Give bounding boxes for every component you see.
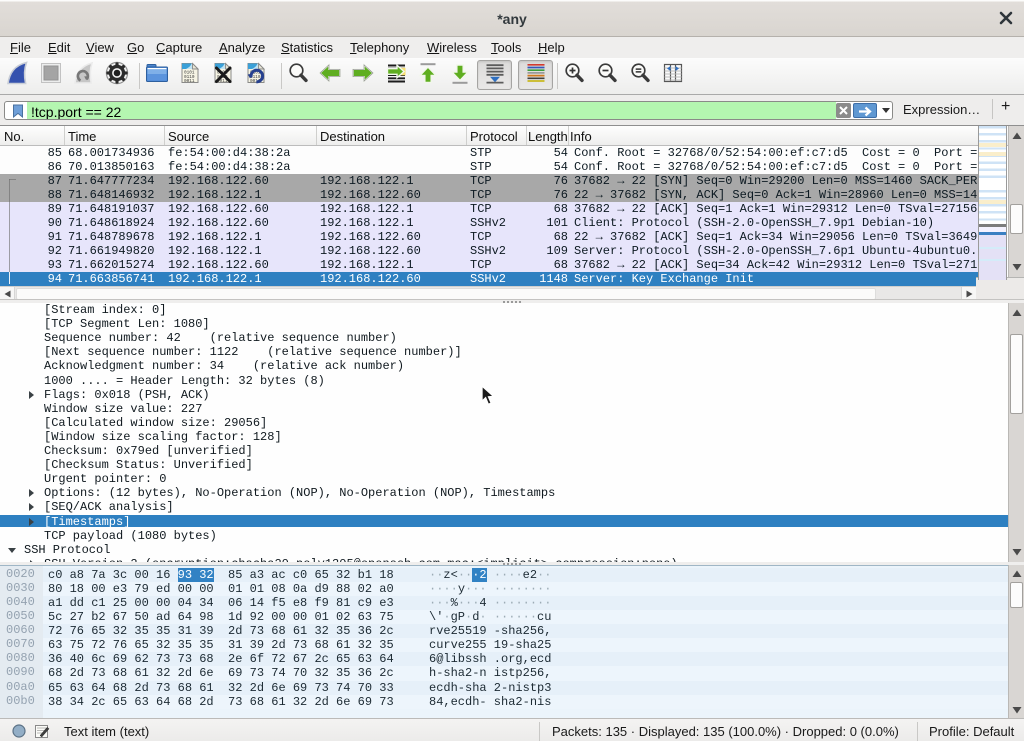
svg-text:0011: 0011	[184, 79, 195, 84]
